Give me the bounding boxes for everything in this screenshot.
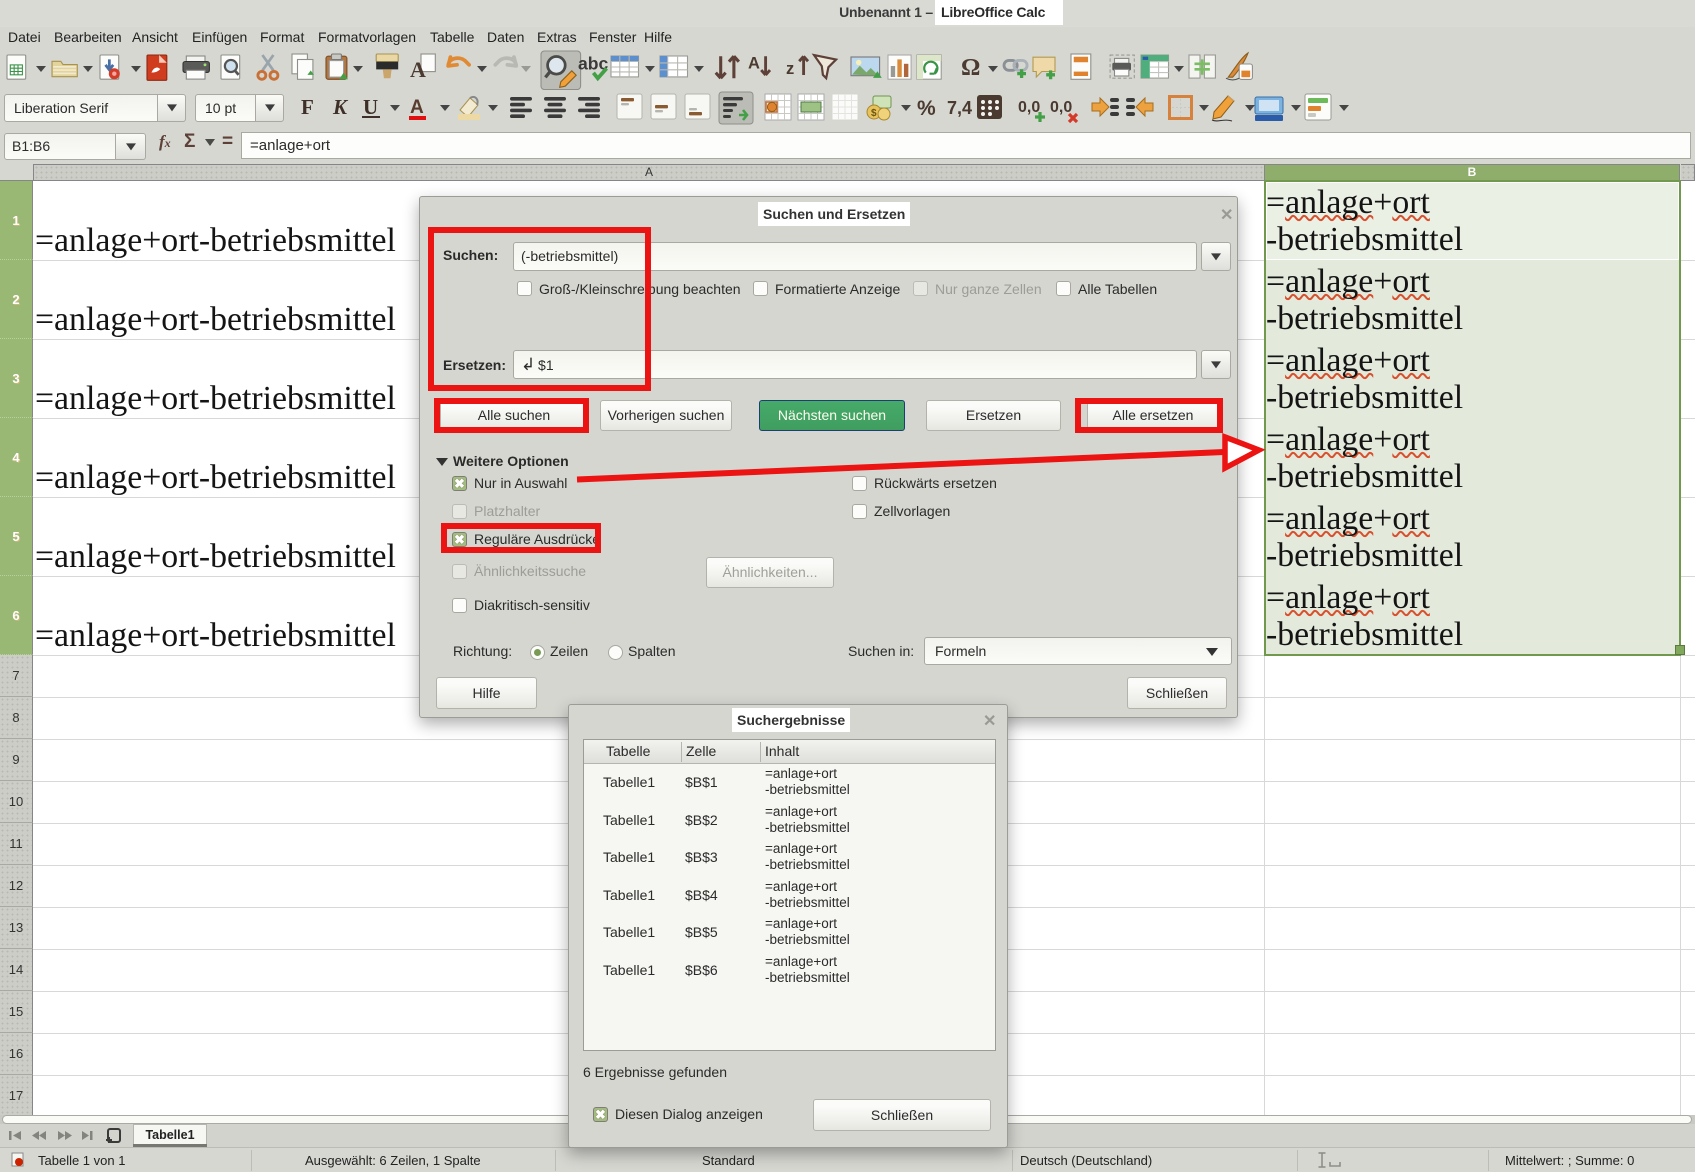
svg-text:A: A (748, 54, 760, 72)
svg-text:F: F (301, 95, 314, 119)
svg-text:0,0: 0,0 (1018, 99, 1040, 116)
svg-text:z: z (786, 60, 794, 78)
svg-text:A: A (410, 57, 426, 82)
svg-text:Ω: Ω (961, 54, 980, 81)
svg-text:%: % (917, 97, 936, 120)
svg-text:$: $ (871, 108, 877, 119)
svg-text:0,0: 0,0 (1050, 99, 1072, 116)
svg-text:K: K (332, 95, 349, 119)
svg-text:7,4: 7,4 (947, 98, 972, 118)
svg-text:U: U (363, 95, 378, 119)
svg-text:A: A (410, 97, 424, 118)
